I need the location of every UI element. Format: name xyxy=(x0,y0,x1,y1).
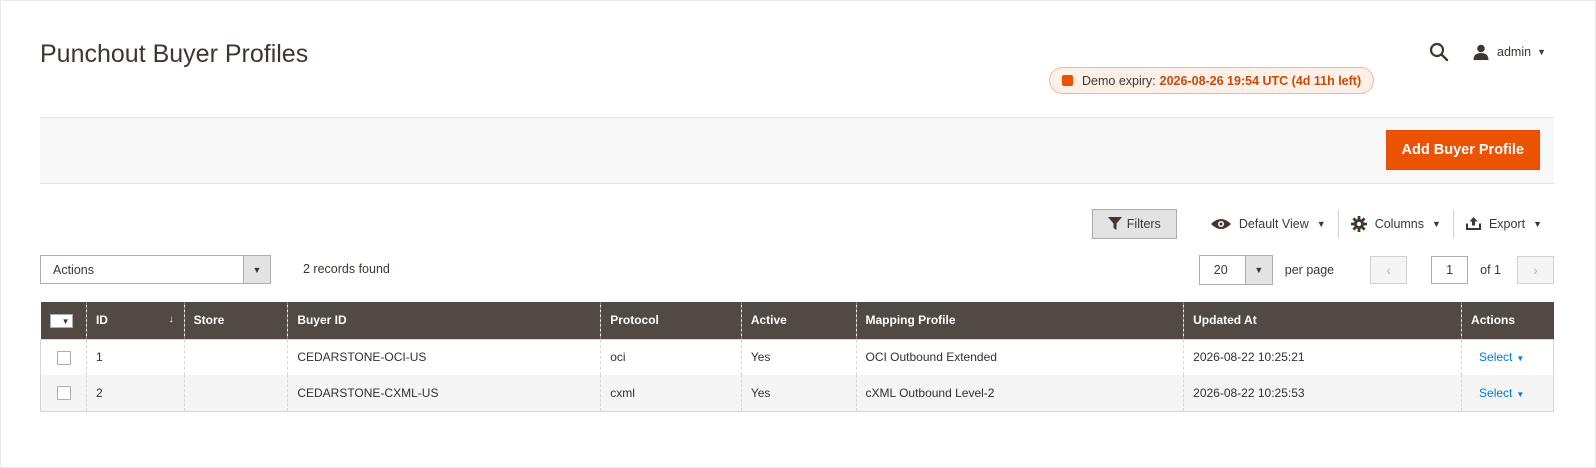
column-header-buyer-id[interactable]: Buyer ID xyxy=(287,302,601,339)
export-label: Export xyxy=(1488,216,1526,231)
column-header-store[interactable]: Store xyxy=(183,302,288,339)
cell-mapping-profile: cXML Outbound Level-2 xyxy=(855,375,1184,412)
export-dropdown[interactable]: Export ▼ xyxy=(1454,210,1554,238)
pagination: 20 ▼ per page ‹ 1 of 1 › xyxy=(1198,255,1554,285)
per-page-value: 20 xyxy=(1213,263,1228,277)
table-row[interactable]: 1 CEDARSTONE-OCI-US oci Yes OCI Outbound… xyxy=(40,339,1554,375)
columns-dropdown[interactable]: Columns ▼ xyxy=(1339,210,1453,238)
user-menu[interactable]: admin ▼ xyxy=(1473,44,1546,60)
cell-protocol: cxml xyxy=(600,375,742,412)
eye-icon xyxy=(1210,218,1231,230)
demo-expiry-badge: Demo expiry: 2026-08-26 19:54 UTC (4d 11… xyxy=(1049,67,1375,94)
cell-updated-at: 2026-08-22 10:25:53 xyxy=(1183,375,1462,412)
column-header-protocol[interactable]: Protocol xyxy=(600,302,742,339)
cell-mapping-profile: OCI Outbound Extended xyxy=(855,339,1184,375)
cell-actions: Select ▼ xyxy=(1461,339,1554,375)
total-pages-label: of 1 xyxy=(1480,263,1501,277)
default-view-label: Default View xyxy=(1238,216,1309,231)
header-actions: admin ▼ xyxy=(1425,38,1546,66)
column-header-updated-at[interactable]: Updated At xyxy=(1183,302,1462,339)
chevron-down-icon: ▼ xyxy=(61,316,70,326)
default-view-dropdown[interactable]: Default View ▼ xyxy=(1199,210,1338,238)
page-title: Punchout Buyer Profiles xyxy=(40,40,309,68)
chevron-down-icon: ▼ xyxy=(1244,256,1272,284)
user-name: admin xyxy=(1497,45,1532,59)
chevron-down-icon: ▼ xyxy=(1516,389,1525,399)
chevron-down-icon: ▼ xyxy=(1316,218,1326,229)
search-icon[interactable] xyxy=(1425,38,1453,66)
row-select-cell xyxy=(40,339,87,375)
current-page-input[interactable]: 1 xyxy=(1431,256,1469,284)
status-square-icon xyxy=(1062,75,1073,86)
filters-button[interactable]: Filters xyxy=(1091,208,1177,239)
chevron-down-icon: ▼ xyxy=(1516,354,1525,364)
chevron-right-icon: › xyxy=(1533,262,1538,278)
cell-store xyxy=(183,339,288,375)
chevron-down-icon: ▼ xyxy=(243,256,270,283)
cell-active: Yes xyxy=(740,375,856,412)
filters-label: Filters xyxy=(1126,216,1161,231)
column-header-id[interactable]: ID ↓ xyxy=(85,302,185,339)
column-header-actions: Actions xyxy=(1461,302,1554,339)
column-header-mapping-profile[interactable]: Mapping Profile xyxy=(855,302,1184,339)
mass-select-header[interactable]: ▼ xyxy=(40,302,87,339)
page-actions-bar: Add Buyer Profile xyxy=(40,117,1554,184)
per-page-select[interactable]: 20 ▼ xyxy=(1198,255,1273,285)
cell-buyer-id: CEDARSTONE-CXML-US xyxy=(287,375,601,412)
demo-expiry-value: 2026-08-26 19:54 UTC (4d 11h left) xyxy=(1159,73,1362,88)
cell-store xyxy=(183,375,288,412)
chevron-down-icon: ▼ xyxy=(1537,47,1546,57)
records-count: 2 records found xyxy=(303,262,390,276)
chevron-left-icon: ‹ xyxy=(1386,262,1391,278)
next-page-button[interactable]: › xyxy=(1517,256,1554,284)
cell-active: Yes xyxy=(740,339,856,375)
cell-id: 1 xyxy=(85,339,185,375)
columns-label: Columns xyxy=(1374,216,1425,231)
mass-actions-select[interactable]: Actions ▼ xyxy=(40,255,271,284)
row-checkbox[interactable] xyxy=(57,350,71,365)
per-page-label: per page xyxy=(1284,263,1335,277)
previous-page-button[interactable]: ‹ xyxy=(1370,256,1408,284)
demo-expiry-label: Demo expiry: xyxy=(1082,73,1156,88)
mass-actions-label: Actions xyxy=(53,262,94,277)
row-select-action[interactable]: Select ▼ xyxy=(1479,386,1524,400)
cell-actions: Select ▼ xyxy=(1461,375,1554,412)
row-checkbox[interactable] xyxy=(57,386,71,401)
add-buyer-profile-button[interactable]: Add Buyer Profile xyxy=(1385,130,1540,170)
sort-arrow-icon: ↓ xyxy=(168,314,174,325)
cell-buyer-id: CEDARSTONE-OCI-US xyxy=(287,339,601,375)
cell-protocol: oci xyxy=(600,339,742,375)
grid-toolbar: Filters Default View ▼ Columns ▼ Export … xyxy=(1091,208,1554,239)
cell-id: 2 xyxy=(85,375,185,412)
export-icon xyxy=(1465,217,1481,230)
mass-select-checkbox[interactable]: ▼ xyxy=(49,314,73,328)
row-select-cell xyxy=(40,375,87,412)
row-select-action[interactable]: Select ▼ xyxy=(1479,350,1524,364)
column-header-active[interactable]: Active xyxy=(740,302,856,339)
cell-updated-at: 2026-08-22 10:25:21 xyxy=(1183,339,1462,375)
filter-icon xyxy=(1107,217,1122,230)
buyer-profiles-table: ▼ ID ↓ Store Buyer ID Protocol Active Map… xyxy=(40,302,1554,412)
chevron-down-icon: ▼ xyxy=(1432,218,1441,229)
table-header-row: ▼ ID ↓ Store Buyer ID Protocol Active Map… xyxy=(40,302,1554,339)
gear-icon xyxy=(1350,215,1367,232)
user-icon xyxy=(1473,44,1489,60)
table-row[interactable]: 2 CEDARSTONE-CXML-US cxml Yes cXML Outbo… xyxy=(40,375,1554,412)
chevron-down-icon: ▼ xyxy=(1533,218,1542,229)
